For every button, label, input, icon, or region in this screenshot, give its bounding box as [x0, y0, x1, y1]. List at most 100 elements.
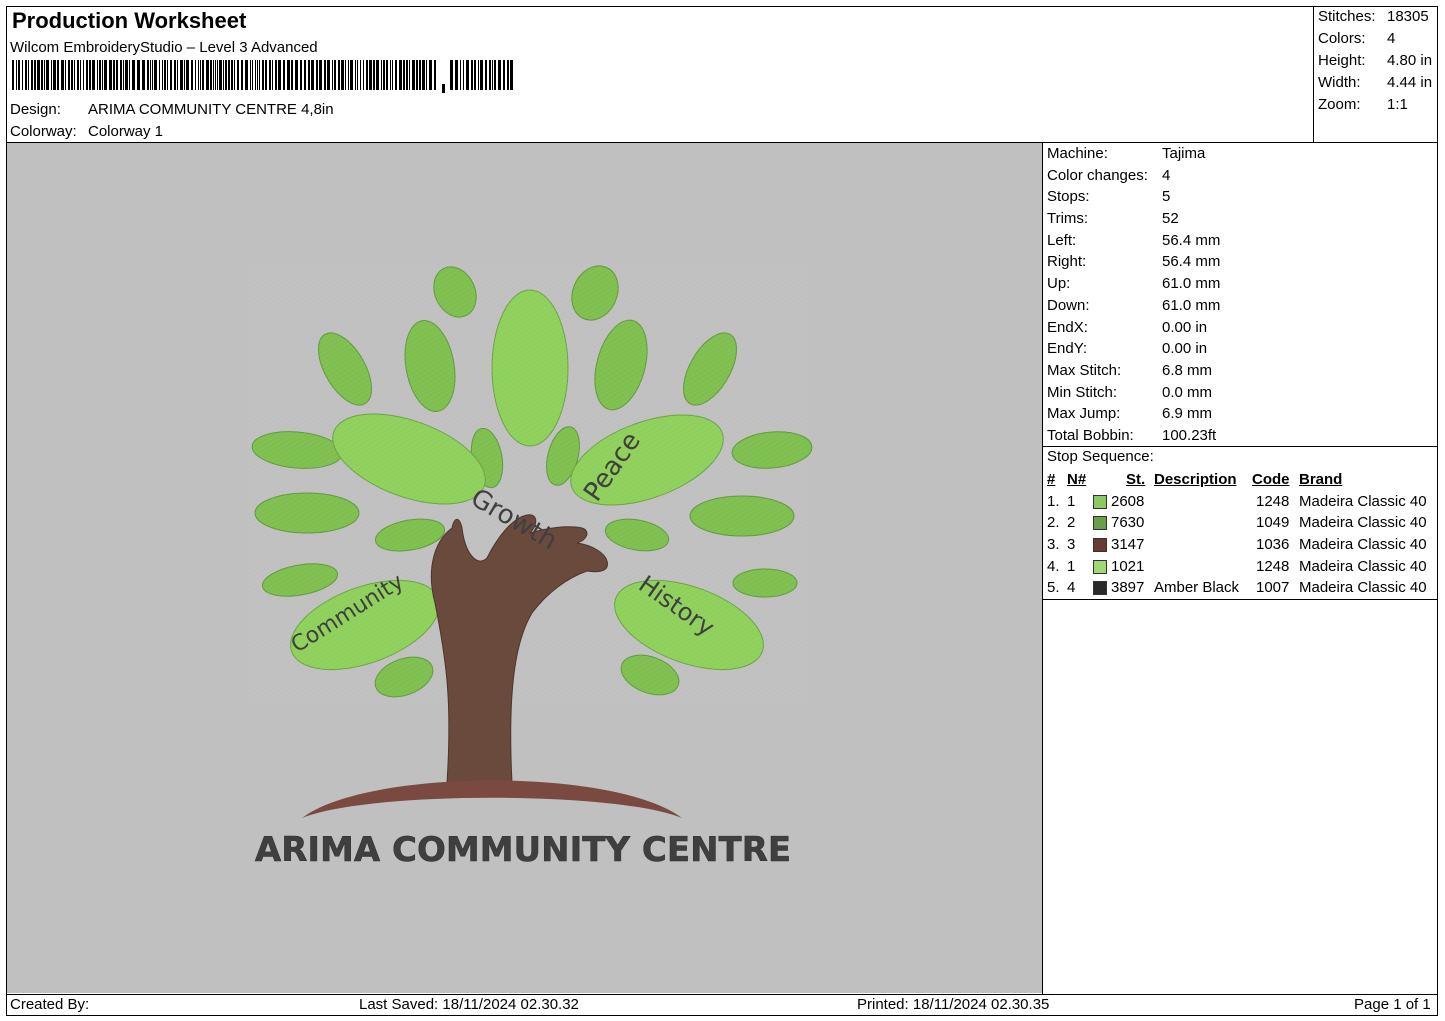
barcode-bar	[225, 60, 227, 90]
barcode-bar	[255, 60, 256, 90]
barcode-bar	[498, 60, 501, 90]
barcode-bar	[18, 60, 20, 90]
barcode-comma	[442, 84, 445, 93]
barcode-bar	[120, 60, 122, 90]
barcode-bar	[16, 60, 17, 90]
info-label: Total Bobbin:	[1047, 426, 1134, 444]
barcode-bar	[287, 60, 290, 90]
stop-cell-brand: Madeira Classic 40	[1299, 514, 1427, 532]
software-name: Wilcom EmbroideryStudio – Level 3 Advanc…	[10, 39, 318, 56]
barcode-bar	[489, 60, 491, 90]
info-label: Left:	[1047, 231, 1077, 249]
barcode-bar	[22, 60, 23, 90]
barcode-bar	[123, 60, 124, 90]
machine-row: Right: 56.4 mm	[1047, 251, 1220, 273]
colorway-label: Colorway:	[10, 123, 77, 140]
barcode-bar	[202, 60, 204, 90]
stop-table-divider	[1042, 599, 1438, 600]
barcode-bar	[174, 60, 176, 90]
canvas-divider	[1042, 142, 1043, 994]
barcode-bar	[116, 60, 118, 90]
stop-cell-st: 1021	[1111, 557, 1145, 575]
info-value: 100.23ft	[1162, 426, 1217, 444]
design-value: ARIMA COMMUNITY CENTRE 4,8in	[88, 101, 334, 118]
stop-cell-description: Amber Black	[1154, 579, 1240, 597]
barcode-bar	[164, 60, 166, 90]
machine-row: Max Jump: 6.9 mm	[1047, 403, 1220, 425]
barcode-bar	[269, 60, 271, 90]
thread-color-swatch	[1093, 494, 1107, 509]
barcode-bar	[503, 60, 505, 90]
stat-width: Width: 4.44 in	[1318, 72, 1432, 94]
barcode-bar	[426, 60, 427, 90]
barcode-bar	[366, 60, 368, 90]
barcode-bar	[300, 60, 302, 90]
barcode-bar	[259, 60, 260, 90]
barcode-bar	[319, 60, 322, 90]
barcode-bar	[381, 60, 382, 90]
barcode-bar	[51, 60, 52, 90]
design-preview: Growth Peace Community History ARIMA COM…	[7, 143, 1042, 993]
barcode-bar	[61, 60, 64, 90]
barcode-bar	[474, 60, 476, 90]
barcode-bar	[170, 60, 172, 90]
barcode-bar	[223, 60, 224, 90]
barcode-bar	[463, 60, 464, 90]
machine-row: EndY: 0.00 in	[1047, 338, 1220, 360]
col-st: St.	[1126, 471, 1146, 488]
barcode-bar	[83, 60, 84, 90]
machine-row: Max Stitch: 6.8 mm	[1047, 360, 1220, 382]
barcode-bar	[409, 60, 410, 90]
barcode-bar	[177, 60, 178, 90]
barcode-bar	[265, 60, 267, 90]
barcode-bar	[150, 60, 151, 90]
barcode-bar	[341, 60, 344, 90]
barcode-bar	[403, 60, 405, 90]
stop-cell-st: 3897	[1111, 579, 1145, 597]
barcode-bar	[198, 60, 199, 90]
barcode-bar	[363, 60, 364, 90]
barcode-bar	[383, 60, 385, 90]
barcode-bar	[327, 60, 330, 90]
info-label: EndY:	[1047, 340, 1088, 358]
barcode-bar	[295, 60, 298, 90]
stop-cell-st: 7630	[1111, 514, 1145, 532]
barcode-bar	[162, 60, 163, 90]
barcode-bar	[71, 60, 73, 90]
barcode-bar	[80, 60, 81, 90]
design-caption: ARIMA COMMUNITY CENTRE	[255, 830, 791, 870]
barcode-bar	[478, 60, 479, 90]
barcode-bar	[348, 60, 349, 90]
barcode-bar	[480, 60, 483, 90]
stop-cell-num: 1.	[1047, 492, 1060, 510]
info-label: Down:	[1047, 296, 1090, 314]
barcode-bar	[228, 60, 230, 90]
barcode-bar	[210, 60, 212, 90]
barcode-bar	[338, 60, 340, 90]
barcode-bar	[406, 60, 408, 90]
barcode-bar	[350, 60, 353, 90]
barcode-bar	[159, 60, 160, 90]
barcode-bar	[275, 60, 277, 90]
barcode-bar	[28, 60, 29, 90]
info-label: Max Stitch:	[1047, 361, 1122, 379]
barcode-bar	[53, 60, 56, 90]
info-value: 0.0 mm	[1162, 383, 1213, 401]
stat-zoom: Zoom: 1:1	[1318, 94, 1432, 116]
info-value: 6.9 mm	[1162, 405, 1213, 423]
barcode-bar	[213, 60, 214, 90]
created-by: Created By:	[10, 996, 90, 1013]
barcode-bar	[195, 60, 196, 90]
barcode-bar	[510, 60, 513, 90]
barcode-bar	[272, 60, 273, 90]
stop-cell-brand: Madeira Classic 40	[1299, 536, 1427, 554]
col-n: N#	[1067, 471, 1087, 488]
info-label: Machine:	[1047, 145, 1108, 162]
barcode-bar	[416, 60, 418, 90]
stop-cell-st: 3147	[1111, 536, 1145, 554]
stop-cell-brand: Madeira Classic 40	[1299, 557, 1427, 575]
barcode-bar	[250, 60, 251, 90]
info-value: 5	[1162, 188, 1171, 206]
barcode-bar	[74, 60, 75, 90]
barcode-bar	[316, 60, 318, 90]
